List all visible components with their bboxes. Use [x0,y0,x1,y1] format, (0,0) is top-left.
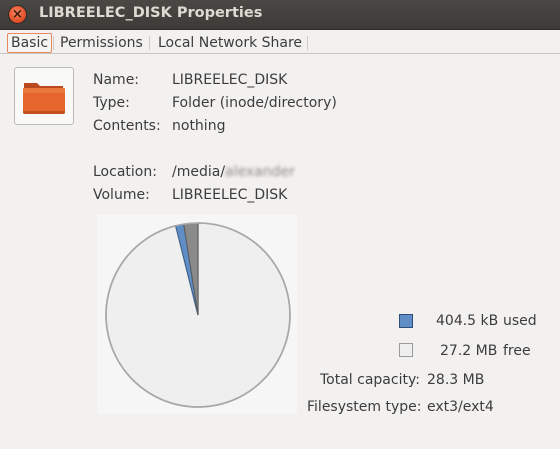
name-value[interactable]: LIBREELEC_DISK [172,71,287,89]
close-button[interactable]: × [9,6,26,23]
window-title: LIBREELEC_DISK Properties [39,5,263,21]
filesystem-type-value: ext3/ext4 [427,399,494,415]
tab-separator [149,36,150,50]
tab-separator [53,36,54,50]
usage-pie-chart [105,222,291,408]
contents-value: nothing [172,118,226,134]
folder-icon [23,83,65,114]
type-value: Folder (inode/directory) [172,95,337,111]
close-icon: × [12,7,23,22]
used-color-swatch [399,314,413,328]
free-value: 27.2 MB [440,343,498,359]
filesystem-type-label: Filesystem type: [307,399,422,415]
tab-basic[interactable]: Basic [7,33,53,53]
volume-label: Volume: [93,187,150,203]
used-label: used [503,313,537,329]
title-bar: × LIBREELEC_DISK Properties [0,0,560,30]
tab-bar: Basic Permissions Local Network Share [0,30,560,54]
type-label: Type: [93,95,130,111]
free-color-swatch [399,343,413,357]
total-capacity-value: 28.3 MB [427,372,485,388]
tab-permissions[interactable]: Permissions [58,33,145,53]
location-prefix: /media/ [172,164,226,180]
usage-chart [97,215,297,414]
tab-separator [307,36,308,50]
used-value: 404.5 kB [436,313,499,329]
location-label: Location: [93,164,157,180]
volume-value: LIBREELEC_DISK [172,187,288,203]
name-label: Name: [93,72,140,88]
location-value[interactable]: /media/alexander [172,163,295,181]
tab-local-network-share[interactable]: Local Network Share [156,33,304,53]
folder-icon-frame [14,67,74,125]
location-user: alexander [225,164,295,180]
total-capacity-label: Total capacity: [320,372,420,388]
free-label: free [503,343,531,359]
contents-label: Contents: [93,118,161,134]
